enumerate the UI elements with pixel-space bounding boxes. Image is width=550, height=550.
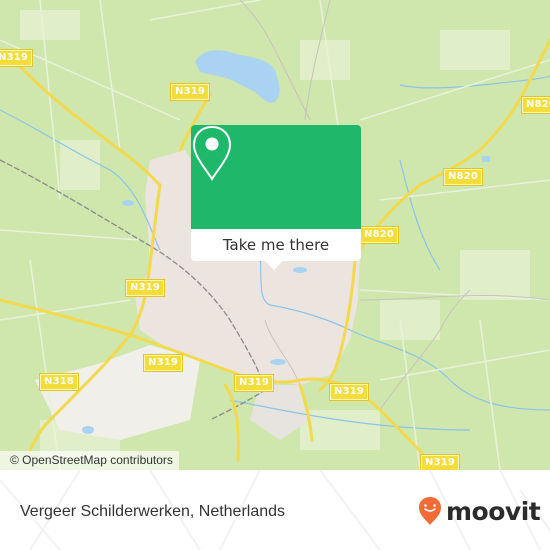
map-pin-icon — [192, 125, 232, 181]
moovit-logo[interactable]: moovit — [418, 496, 541, 526]
road-label-n319: N319 — [330, 384, 369, 400]
road-label-n319: N319 — [126, 280, 165, 296]
footer: Vergeer Schilderwerken, Netherlands moov… — [0, 470, 550, 550]
popup-pointer — [265, 261, 283, 270]
road-label-n318: N318 — [40, 374, 79, 390]
map-view[interactable]: N319 N319 N820 N820 N820 N319 N319 N318 … — [0, 0, 550, 470]
location-popup: Take me there — [191, 125, 361, 270]
road-label-n820: N820 — [522, 97, 550, 113]
take-me-there-button[interactable]: Take me there — [191, 229, 361, 261]
popup-header — [191, 125, 361, 229]
road-label-n820: N820 — [360, 227, 399, 243]
road-label-n319: N319 — [144, 355, 183, 371]
road-label-n319: N319 — [235, 375, 274, 391]
osm-attribution[interactable]: © OpenStreetMap contributors — [0, 451, 179, 470]
moovit-smile-pin-icon — [419, 497, 441, 525]
road-label-n319: N319 — [171, 84, 210, 100]
place-name: Vergeer Schilderwerken, Netherlands — [20, 503, 286, 520]
road-label-n319: N319 — [0, 50, 33, 66]
moovit-wordmark: moovit — [446, 496, 541, 526]
road-label-n820: N820 — [444, 169, 483, 185]
road-label-n319: N319 — [421, 455, 460, 470]
